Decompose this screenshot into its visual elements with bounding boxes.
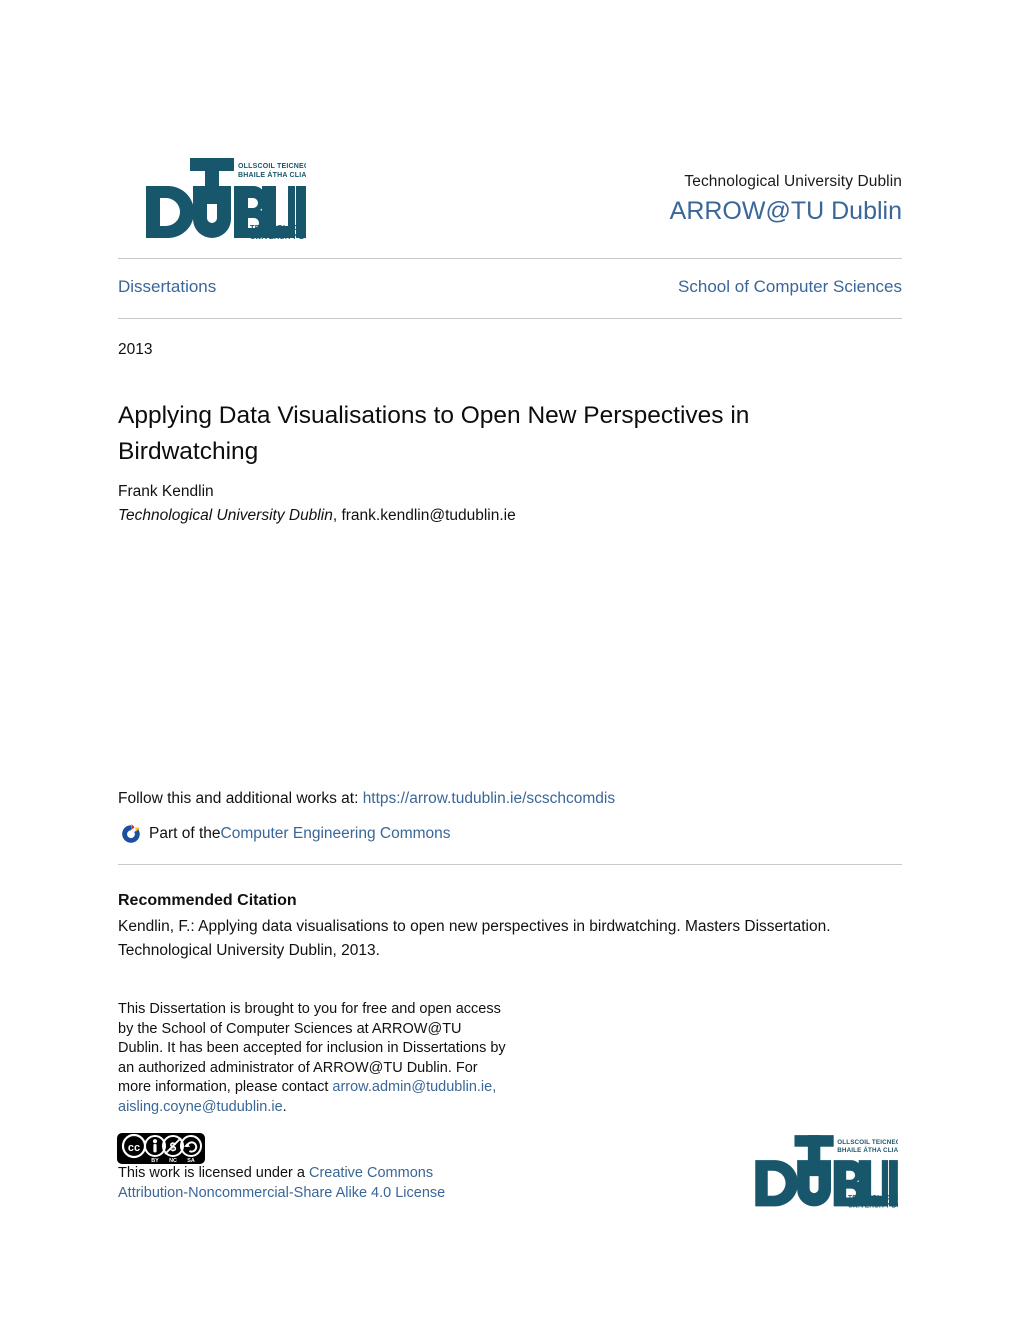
- author-email: frank.kendlin@tudublin.ie: [341, 507, 516, 524]
- collection-link[interactable]: Dissertations: [118, 276, 216, 298]
- tu-dublin-logo: OLLSCOIL TEICNEOLAÍOCHTA BHAILE ÁTHA CLI…: [138, 150, 306, 242]
- series-row: Dissertations School of Computer Science…: [118, 276, 902, 298]
- author-affiliation-line: Technological University Dublin, frank.k…: [118, 504, 838, 528]
- admin-email-link-2[interactable]: aisling.coyne@tudublin.ie: [118, 1099, 283, 1115]
- cc-by-nc-sa-icon: cc $ BY NC SA: [117, 1133, 205, 1164]
- svg-text:UNIVERSITY DUBLIN: UNIVERSITY DUBLIN: [250, 232, 306, 241]
- page-title: Applying Data Visualisations to Open New…: [118, 402, 750, 466]
- license-statement: This work is licensed under a Creative C…: [118, 1163, 518, 1203]
- publication-year: 2013: [118, 341, 153, 358]
- divider-under-series: [118, 318, 902, 319]
- repository-name[interactable]: ARROW@TU Dublin: [482, 194, 902, 228]
- school-link[interactable]: School of Computer Sciences: [678, 276, 902, 298]
- svg-text:TECHNOLOGICAL: TECHNOLOGICAL: [250, 223, 306, 232]
- recommended-citation-heading: Recommended Citation: [118, 892, 297, 909]
- author-block: Frank Kendlin Technological University D…: [118, 480, 838, 528]
- follow-url-link[interactable]: https://arrow.tudublin.ie/scschcomdis: [363, 790, 615, 807]
- author-affiliation: Technological University Dublin: [118, 507, 333, 524]
- repository-branding: Technological University Dublin ARROW@TU…: [482, 172, 902, 228]
- svg-text:BHAILE ÁTHA CLIATH: BHAILE ÁTHA CLIATH: [238, 170, 306, 179]
- institution-name: Technological University Dublin: [684, 173, 902, 190]
- svg-text:OLLSCOIL TEICNEOLAÍOCHTA: OLLSCOIL TEICNEOLAÍOCHTA: [238, 161, 306, 170]
- digital-commons-network-icon: [118, 821, 144, 847]
- part-of-prefix: Part of the: [149, 825, 221, 842]
- svg-text:TECHNOLOGICAL: TECHNOLOGICAL: [848, 1194, 898, 1201]
- svg-text:OLLSCOIL TEICNEOLAÍOCHTA: OLLSCOIL TEICNEOLAÍOCHTA: [837, 1138, 898, 1146]
- svg-text:cc: cc: [128, 1142, 140, 1154]
- divider-above-citation: [118, 864, 902, 865]
- license-link-line2[interactable]: Attribution-Noncommercial-Share Alike 4.…: [118, 1185, 445, 1201]
- document-page: OLLSCOIL TEICNEOLAÍOCHTA BHAILE ÁTHA CLI…: [0, 0, 1020, 1320]
- svg-text:BHAILE ÁTHA CLIATH: BHAILE ÁTHA CLIATH: [837, 1147, 898, 1154]
- follow-works-line: Follow this and additional works at: htt…: [118, 788, 615, 810]
- tu-dublin-logo-footer: OLLSCOIL TEICNEOLAÍOCHTA BHAILE ÁTHA CLI…: [748, 1128, 898, 1210]
- part-of-line: Part of the Computer Engineering Commons: [118, 820, 451, 848]
- svg-text:UNIVERSITY DUBLIN: UNIVERSITY DUBLIN: [848, 1202, 898, 1209]
- tu-dublin-logo-svg: OLLSCOIL TEICNEOLAÍOCHTA BHAILE ÁTHA CLI…: [146, 158, 306, 241]
- follow-prefix: Follow this and additional works at:: [118, 790, 363, 807]
- divider-top: [118, 258, 902, 259]
- masthead: OLLSCOIL TEICNEOLAÍOCHTA BHAILE ÁTHA CLI…: [118, 142, 902, 242]
- admin-email-link-1[interactable]: arrow.admin@tudublin.ie,: [332, 1079, 496, 1095]
- license-prefix: This work is licensed under a: [118, 1165, 309, 1181]
- disclaimer-trailing: .: [282, 1098, 287, 1115]
- license-link-line1[interactable]: Creative Commons: [309, 1165, 433, 1181]
- author-name: Frank Kendlin: [118, 483, 214, 500]
- recommended-citation-text: Kendlin, F.: Applying data visualisation…: [118, 918, 831, 959]
- access-disclaimer: This Dissertation is brought to you for …: [118, 1000, 508, 1117]
- tu-dublin-logo-footer-svg: OLLSCOIL TEICNEOLAÍOCHTA BHAILE ÁTHA CLI…: [755, 1135, 898, 1209]
- discipline-link[interactable]: Computer Engineering Commons: [221, 820, 451, 848]
